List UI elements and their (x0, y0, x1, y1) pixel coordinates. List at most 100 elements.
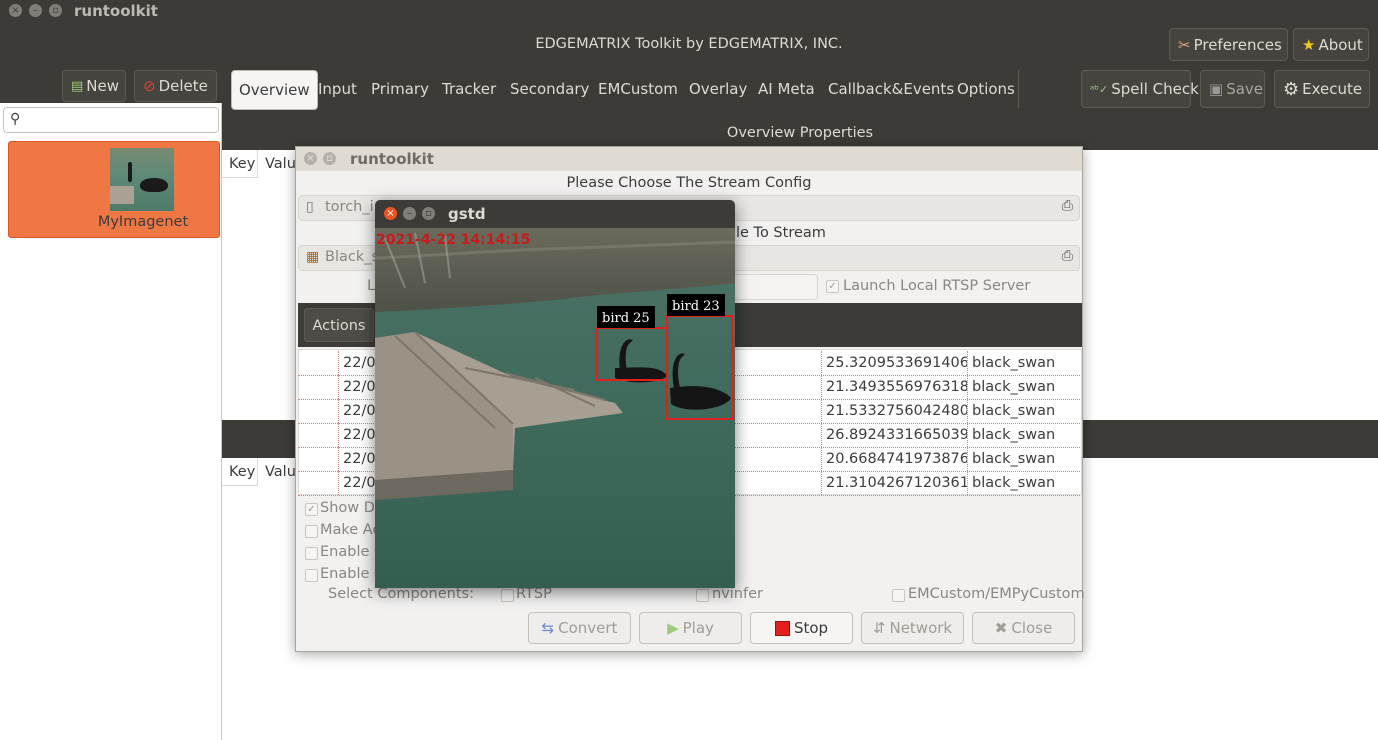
label-cell: black_swan (967, 351, 1079, 375)
score-cell: 20.668474197387695 (821, 447, 967, 471)
rtsp-label: RTSP (516, 586, 552, 602)
video-minimize-button[interactable]: – (403, 207, 416, 220)
maximize-window-button[interactable]: ▫ (49, 4, 62, 17)
dock-thumb (110, 186, 134, 204)
label-cell: black_swan (967, 423, 1079, 447)
score-cell: 26.892433166503906 (821, 423, 967, 447)
option-label: Make Ac (320, 522, 381, 538)
close-icon: ✖ (994, 619, 1008, 637)
label-cell: black_swan (967, 471, 1079, 495)
value-header[interactable]: Valu (260, 458, 300, 486)
rtsp-checkbox[interactable] (501, 589, 514, 602)
option-checkbox[interactable] (305, 525, 318, 538)
close-window-button[interactable]: × (9, 4, 22, 17)
video-titlebar: × – ▫ gstd (375, 200, 735, 228)
convert-button[interactable]: ⇆ Convert (528, 612, 631, 644)
actions-button[interactable]: Actions (304, 308, 374, 342)
tabs-divider (1018, 70, 1019, 108)
play-button[interactable]: ▶ Play (639, 612, 742, 644)
tools-icon: ✂ (1178, 35, 1191, 54)
stop-icon (774, 620, 790, 636)
video-frame: 2021-4-22 14:14:15 bird 25 bird 23 (375, 228, 735, 588)
option-checkbox[interactable]: ✓ (305, 503, 318, 516)
video-window: × – ▫ gstd 2021-4-22 14:14:15 bird 25 bi… (375, 200, 735, 588)
star-icon: ★ (1302, 35, 1316, 54)
key-header[interactable]: Key (222, 150, 258, 178)
video-scene: 2021-4-22 14:14:15 bird 25 bird 23 (375, 228, 735, 588)
dialog-close-button[interactable]: × (304, 152, 317, 165)
detection-label: bird 25 (602, 311, 650, 326)
dialog-maximize-button[interactable]: ▫ (323, 152, 336, 165)
label-cell: black_swan (967, 399, 1079, 423)
dialog-title: runtoolkit (350, 150, 434, 168)
close-button[interactable]: ✖ Close (972, 612, 1075, 644)
launch-rtsp-label: Launch Local RTSP Server (843, 278, 1031, 294)
save-icon: ▣ (1209, 80, 1224, 98)
tab-input[interactable]: Input (318, 70, 357, 108)
tab-secondary[interactable]: Secondary (510, 70, 589, 108)
option-checkbox[interactable] (305, 569, 318, 582)
tab-ai-meta[interactable]: AI Meta (758, 70, 815, 108)
tab-overlay[interactable]: Overlay (689, 70, 747, 108)
config-file-value: torch_i (325, 199, 374, 215)
window-title: runtoolkit (74, 2, 158, 20)
swan-thumb (140, 178, 168, 192)
spell-check-button[interactable]: ᵃᵇ✓ Spell Check (1081, 70, 1199, 108)
file-icon: ▯ (306, 199, 314, 215)
open-file-icon: ⎙ (1061, 198, 1073, 214)
search-input[interactable]: ⚲ (3, 107, 219, 133)
label-cell: black_swan (967, 447, 1079, 471)
tab-tracker[interactable]: Tracker (442, 70, 496, 108)
dialog-prompt: Please Choose The Stream Config (566, 175, 812, 191)
emcustom-checkbox[interactable] (892, 589, 905, 602)
window-titlebar: × – ▫ runtoolkit (0, 0, 1378, 22)
nvinfer-label: nvinfer (712, 586, 763, 602)
source-file-value: Black_s (325, 249, 380, 265)
network-icon: ⇵ (872, 619, 886, 637)
tab-emcustom[interactable]: EMCustom (598, 70, 678, 108)
execute-button[interactable]: ⚙ Execute (1274, 70, 1370, 108)
value-header[interactable]: Valu (260, 150, 300, 178)
tab-overview[interactable]: Overview (231, 70, 318, 110)
option-checkbox[interactable] (305, 547, 318, 560)
open-file-icon: ⎙ (1061, 248, 1073, 264)
middle-label: le To Stream (736, 225, 826, 241)
delete-icon: ⊘ (143, 77, 156, 95)
swan-thumb-neck (128, 162, 132, 182)
delete-button[interactable]: ⊘ Delete (134, 70, 217, 102)
score-cell: 25.320953369140625 (821, 351, 967, 375)
video-timestamp: 2021-4-22 14:14:15 (376, 232, 530, 248)
convert-icon: ⇆ (541, 619, 555, 637)
nvinfer-checkbox[interactable] (696, 589, 709, 602)
stop-button[interactable]: Stop (750, 612, 853, 644)
tab-options[interactable]: Options (957, 70, 1015, 108)
new-button[interactable]: ▤ New (62, 70, 126, 102)
dialog-titlebar: × ▫ runtoolkit (296, 147, 1082, 171)
about-button[interactable]: ★ About (1293, 28, 1369, 61)
tab-callback-events[interactable]: Callback&Events (828, 70, 954, 108)
list-item[interactable]: MyImagenet (8, 141, 220, 238)
score-cell: 21.533275604248047 (821, 399, 967, 423)
tab-primary[interactable]: Primary (371, 70, 429, 108)
video-title: gstd (448, 205, 486, 223)
video-maximize-button[interactable]: ▫ (422, 207, 435, 220)
section-title: Overview Properties (726, 125, 874, 141)
save-button[interactable]: ▣ Save (1200, 70, 1265, 108)
play-icon: ▶ (667, 619, 679, 637)
launch-rtsp-checkbox[interactable]: ✓ (826, 280, 839, 293)
network-button[interactable]: ⇵ Network (861, 612, 964, 644)
video-close-button[interactable]: × (384, 207, 397, 220)
preferences-button[interactable]: ✂ Preferences (1169, 28, 1288, 61)
new-file-icon: ▤ (71, 78, 84, 94)
key-header[interactable]: Key (222, 458, 258, 486)
detection-label: bird 23 (672, 299, 720, 314)
film-icon: ▦ (306, 249, 320, 265)
search-icon: ⚲ (10, 111, 21, 127)
minimize-window-button[interactable]: – (29, 4, 42, 17)
gear-icon: ⚙ (1283, 78, 1300, 100)
score-cell: 21.310426712036133 (821, 471, 967, 495)
sidebar: ⚲ MyImagenet (0, 103, 222, 740)
emcustom-label: EMCustom/EMPyCustom (908, 586, 1085, 602)
label-cell: black_swan (967, 375, 1079, 399)
spell-check-icon: ᵃᵇ✓ (1090, 82, 1109, 96)
